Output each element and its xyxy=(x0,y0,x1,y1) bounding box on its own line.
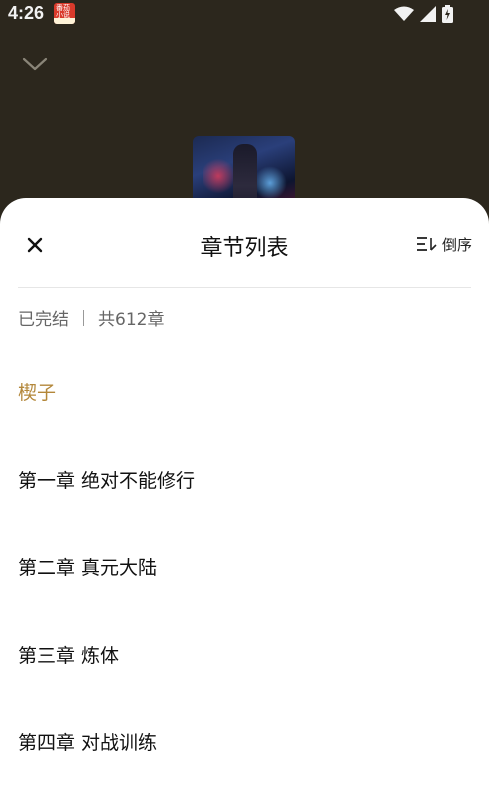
app-notification-text: 番茄小说 xyxy=(56,4,70,19)
chapter-item[interactable]: 第二章 真元大陆 xyxy=(18,523,471,611)
sort-icon xyxy=(416,237,437,251)
chapter-item-current[interactable]: 楔子 xyxy=(18,348,471,436)
chapter-title: 第三章 炼体 xyxy=(18,644,120,667)
chapter-list: 楔子 第一章 绝对不能修行 第二章 真元大陆 第三章 炼体 第四章 对战训练 xyxy=(18,348,471,785)
divider xyxy=(18,287,471,288)
wifi-icon xyxy=(394,6,414,21)
chevron-down-icon xyxy=(22,57,48,71)
signal-icon xyxy=(420,6,436,22)
status-indicators xyxy=(394,5,453,23)
book-info: 已完结 共612章 xyxy=(18,305,164,330)
chapter-title: 第四章 对战训练 xyxy=(18,732,158,755)
sort-label: 倒序 xyxy=(441,235,472,254)
app-notification-icon: 番茄小说 xyxy=(54,3,75,24)
status-bar: 4:26 番茄小说 xyxy=(0,0,489,28)
collapse-button[interactable] xyxy=(20,52,50,76)
info-separator xyxy=(83,309,84,326)
chapter-item[interactable]: 第一章 绝对不能修行 xyxy=(18,436,471,524)
screen: 4:26 番茄小说 章节列表 倒序 已完结 共612章 楔子 第一章 绝对不能修… xyxy=(0,0,489,785)
chapter-title: 第二章 真元大陆 xyxy=(18,557,158,580)
chapter-title: 楔子 xyxy=(18,382,57,405)
chapter-count: 共612章 xyxy=(98,310,165,330)
chapter-title: 第一章 绝对不能修行 xyxy=(18,469,196,492)
chapter-item[interactable]: 第四章 对战训练 xyxy=(18,698,471,785)
battery-icon xyxy=(442,5,453,23)
chapter-item[interactable]: 第三章 炼体 xyxy=(18,611,471,699)
completion-status: 已完结 xyxy=(18,310,69,330)
chapter-list-sheet: 章节列表 倒序 已完结 共612章 楔子 第一章 绝对不能修行 第二章 真元大陆… xyxy=(0,198,489,785)
sort-button[interactable]: 倒序 xyxy=(416,234,472,254)
status-time: 4:26 xyxy=(8,3,45,23)
